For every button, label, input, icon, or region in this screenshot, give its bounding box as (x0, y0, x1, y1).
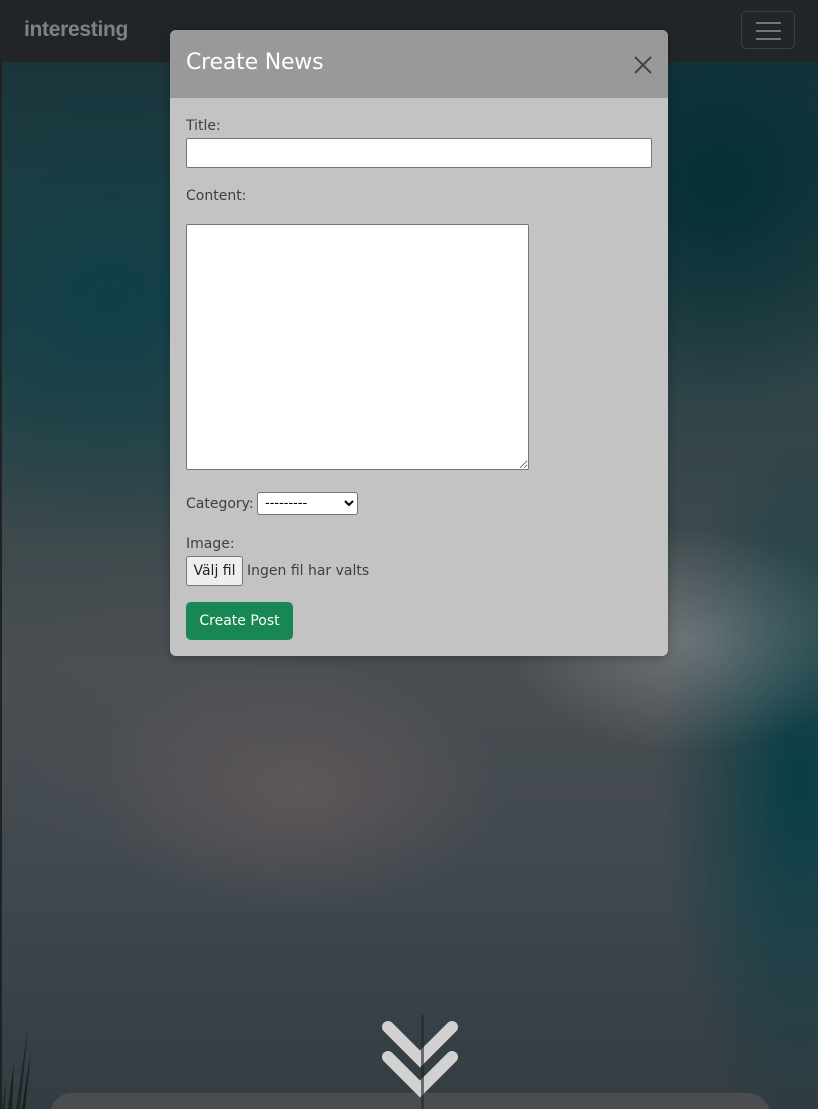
title-input[interactable] (186, 138, 652, 168)
category-label: Category: (186, 496, 254, 512)
choose-file-button[interactable]: Välj fil (186, 556, 243, 586)
page: interesting Create News Title: Content: … (0, 0, 818, 1109)
category-select[interactable]: --------- (257, 492, 358, 515)
content-label: Content: (186, 188, 247, 204)
modal-header: Create News (170, 30, 668, 98)
title-label: Title: (186, 118, 221, 134)
window-left-edge (0, 0, 2, 1109)
create-news-modal: Create News Title: Content: Category: --… (170, 30, 668, 656)
image-label: Image: (186, 536, 235, 552)
create-post-button[interactable]: Create Post (186, 602, 293, 640)
file-status-text: Ingen fil har valts (247, 563, 370, 579)
content-textarea[interactable] (186, 224, 529, 470)
modal-title: Create News (186, 50, 324, 75)
close-icon[interactable] (632, 54, 654, 76)
